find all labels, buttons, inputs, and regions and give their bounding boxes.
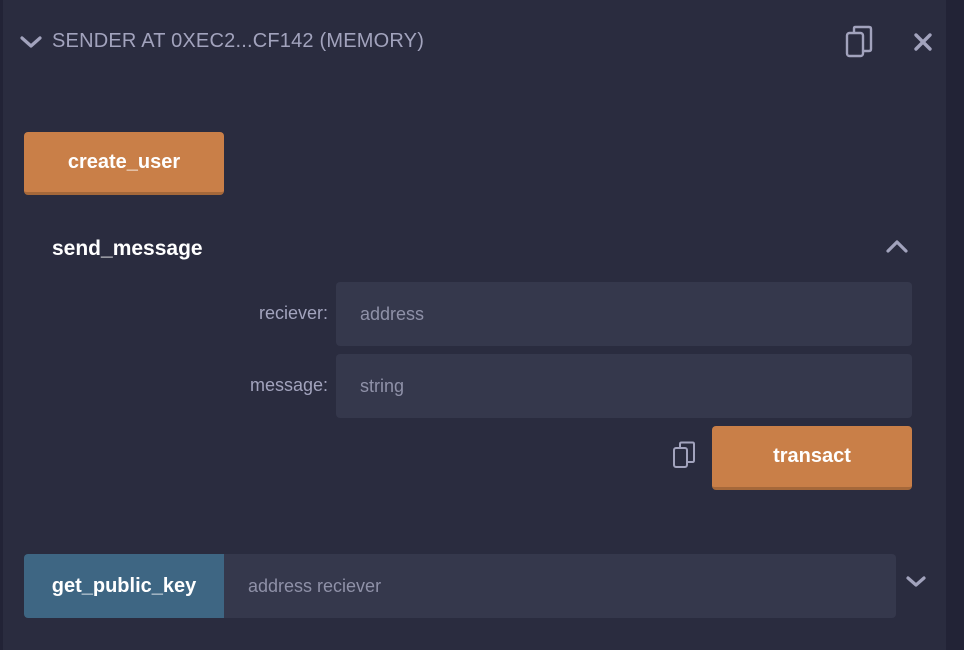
reciever-label: reciever:	[258, 303, 328, 323]
chevron-down-icon[interactable]	[904, 572, 928, 592]
message-label: message:	[249, 375, 328, 395]
message-input[interactable]	[336, 354, 912, 418]
get-public-key-button[interactable]: get_public_key	[24, 554, 224, 618]
copy-icon[interactable]	[843, 24, 877, 60]
contract-instance-title[interactable]: SENDER AT 0XEC2...CF142 (MEMORY)	[52, 30, 424, 53]
copy-icon[interactable]	[671, 440, 699, 470]
contract-instance-panel: SENDER AT 0XEC2...CF142 (MEMORY) create_…	[3, 0, 946, 650]
close-icon[interactable]	[911, 30, 935, 54]
transact-button[interactable]: transact	[712, 426, 912, 490]
reciever-input[interactable]	[336, 282, 912, 346]
chevron-down-icon[interactable]	[19, 32, 43, 52]
chevron-up-icon[interactable]	[884, 234, 910, 258]
send-message-title: send_message	[52, 237, 203, 260]
create-user-button[interactable]: create_user	[24, 132, 224, 195]
get-public-key-input[interactable]	[224, 554, 896, 618]
